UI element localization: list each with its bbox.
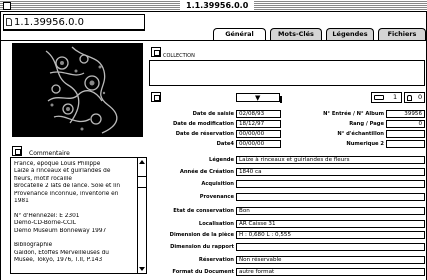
dimension-rapport-field[interactable] [236,243,425,251]
record-number: 1.1.39956.0.0 [14,17,84,28]
annee-creation-field[interactable]: 1840 ca [236,168,425,176]
commentaire-field[interactable]: France, époque Louis Philippe Laize à ri… [10,157,147,274]
dimension-piece-field[interactable]: H : 0,680 L : 0,555 [236,231,425,239]
window-title: 1.1.39956.0.0 [180,1,255,11]
lock-counter: 0 [404,92,425,103]
lock-count: 0 [418,93,423,101]
collection-note-icon[interactable] [151,47,161,57]
close-box-icon[interactable] [3,2,11,10]
commentaire-line: Bibliographie [14,242,53,249]
etat-conservation-label: Etat de conservation [173,208,234,214]
localisation-label: Localisation [198,221,234,227]
acquisition-label: Acquisition [201,181,234,187]
entree-field[interactable]: 39956 [386,110,425,118]
entree-label: N° Entrée / N° Album [323,111,384,117]
commentaire-line: N° d'Hennezel: E 2301 [14,212,80,219]
commentaire-line: Provenance inconnue, inventorié en [14,190,119,197]
date-reservation-label: Date de réservation [175,131,234,137]
echantillon-label: N° d'échantillon [337,131,384,137]
commentaire-text: France, époque Louis Philippe Laize à ri… [14,161,136,265]
date-modification-field[interactable]: 18/12/97 [236,120,281,128]
annee-creation-label: Année de Création [179,169,234,175]
tab-fichiers[interactable]: Fichiers [378,28,426,40]
legende-field[interactable]: Laize à rinceaux et guirlandes de fleurs [236,156,425,164]
format-document-label: Format du Document [172,269,234,275]
scroll-thumb[interactable] [138,176,146,188]
commentaire-line: Laize à rinceaux et guirlandes de [14,168,111,175]
tab-bar: Général Mots-Clés Légendes Fichiers [213,28,427,41]
status-dropdown[interactable]: ▼ [236,93,282,103]
format-document-field[interactable]: autre format [236,268,425,276]
commentaire-line: Brocatelle 2 lats de lancé. Soie et lin [14,183,121,190]
provenance-field[interactable] [236,193,425,201]
commentaire-line: Musée, Tokyo, 1976, T.II, P.143 [14,257,103,264]
provenance-label: Provenance [199,194,234,200]
commentaire-line: 1981 [14,198,29,205]
reservation-label: Réservation [198,257,234,263]
tab-legendes[interactable]: Légendes [326,28,374,40]
rang-field[interactable]: 0 [386,120,425,128]
numerique-label: Numerique 2 [346,141,384,147]
date4-field[interactable]: 00/00/00 [236,140,281,148]
collection-field[interactable] [149,60,425,86]
reservation-field[interactable]: Non réservable [236,256,425,264]
commentaire-line: Gaidon, Etoffes Merveilleuses du [14,249,109,256]
image-count: 1 [393,93,398,101]
dimension-piece-label: Dimension de la pièce [169,232,234,238]
commentaire-line: Démo Muséum Bonneway 1997 [14,227,107,234]
commentaire-line [14,205,136,212]
comment-note-icon[interactable] [12,146,22,156]
commentaire-line: Démo-CD-Borne-CCIL [14,220,76,227]
date-saisie-field[interactable]: 02/08/93 [236,110,281,118]
dimension-rapport-label: Dimension du rapport [170,244,234,250]
record-number-field[interactable]: 1.1.39956.0.0 [3,14,145,31]
commentaire-scrollbar[interactable] [137,158,146,273]
textile-photo[interactable] [12,43,143,137]
chevron-down-icon: ▼ [255,94,261,102]
title-bar: 1.1.39956.0.0 [0,0,427,12]
scroll-down-arrow-icon[interactable] [139,267,145,271]
image-counter: 1 [371,92,402,103]
acquisition-field[interactable] [236,180,425,188]
echantillon-field[interactable] [386,130,425,138]
document-icon [6,18,12,26]
tab-mots-cles[interactable]: Mots-Clés [270,28,322,40]
commentaire-label: Commentaire [29,150,70,157]
date-modification-label: Date de modification [172,121,234,127]
scroll-up-arrow-icon[interactable] [139,160,145,164]
page-icon[interactable] [151,92,161,102]
localisation-field[interactable]: AR Caisse 31 [236,220,425,228]
lock-icon [407,95,412,101]
date4-label: Date4 [216,141,234,147]
numerique-field[interactable] [386,140,425,148]
date-reservation-field[interactable]: 00/00/00 [236,130,281,138]
tab-divider [0,40,427,41]
etat-conservation-field[interactable]: Bon [236,207,425,215]
camera-icon [374,95,384,100]
commentaire-line: fleurs, motif rocaille [14,175,72,182]
commentaire-line: France, époque Louis Philippe [14,161,101,167]
date-saisie-label: Date de saisie [192,111,234,117]
rang-label: Rang / Page [349,121,384,127]
legende-label: Légende [209,157,234,163]
collection-label: COLLECTION [163,53,195,59]
commentaire-line [14,235,136,242]
textile-pattern-image [12,43,143,137]
